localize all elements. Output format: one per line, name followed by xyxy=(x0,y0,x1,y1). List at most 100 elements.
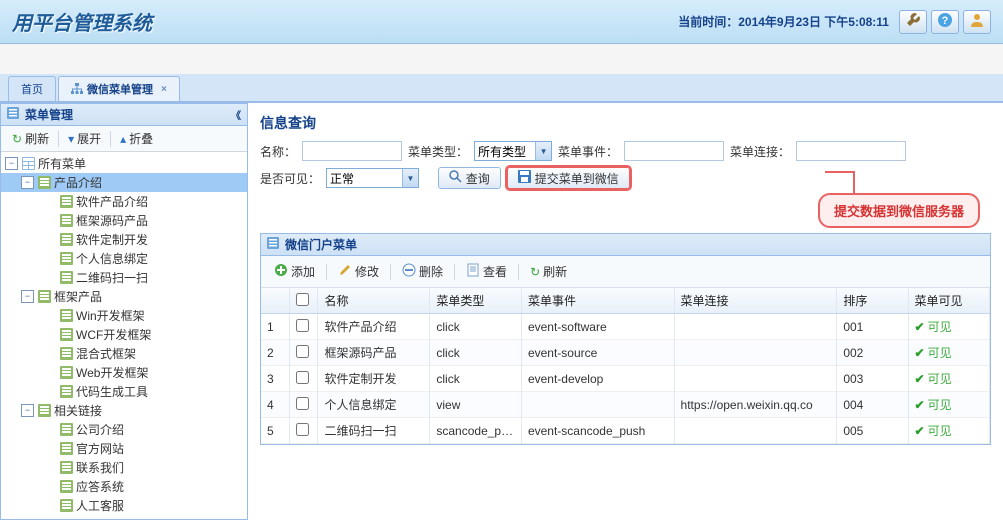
col-index[interactable] xyxy=(261,288,289,314)
expand-button[interactable]: ▾ 展开 xyxy=(63,128,106,149)
tree-node-hybrid-frame[interactable]: 混合式框架 xyxy=(1,344,247,363)
filter-row-2: 是否可见： ▼ 查询 提交菜单到微信 xyxy=(260,167,991,189)
pencil-icon xyxy=(338,263,352,280)
visible-label: 是否可见： xyxy=(260,170,320,187)
table-row[interactable]: 5二维码扫一扫scancode_pushevent-scancode_push0… xyxy=(261,418,990,444)
tree-node-qrcode[interactable]: 二维码扫一扫 xyxy=(1,268,247,287)
tree-node-soft-product[interactable]: 软件产品介绍 xyxy=(1,192,247,211)
visible-field[interactable] xyxy=(327,169,402,187)
edit-label: 修改 xyxy=(355,263,379,280)
row-checkbox[interactable] xyxy=(296,319,309,332)
tree-node-win-frame[interactable]: Win开发框架 xyxy=(1,306,247,325)
tree-leaf xyxy=(43,442,56,455)
tree-node-label: 官方网站 xyxy=(76,440,124,457)
table-row[interactable]: 3软件定制开发clickevent-develop003✔可见 xyxy=(261,366,990,392)
table-icon xyxy=(59,309,73,323)
row-checkbox[interactable] xyxy=(296,423,309,436)
col-event[interactable]: 菜单事件 xyxy=(521,288,674,314)
chevron-down-icon[interactable]: ▼ xyxy=(402,169,418,187)
tree-toggle[interactable]: − xyxy=(21,404,34,417)
tree-node-root[interactable]: − 所有菜单 xyxy=(1,154,247,173)
table-row[interactable]: 2框架源码产品clickevent-source002✔可见 xyxy=(261,340,990,366)
table-row[interactable]: 1软件产品介绍clickevent-software001✔可见 xyxy=(261,314,990,340)
menu-type-combo[interactable]: ▼ xyxy=(474,141,552,161)
cell-index: 5 xyxy=(261,418,289,444)
cell-event: event-software xyxy=(521,314,674,340)
tree-node-web-frame[interactable]: Web开发框架 xyxy=(1,363,247,382)
separator xyxy=(58,131,59,147)
edit-button[interactable]: 修改 xyxy=(331,260,386,283)
tree-node-qa-system[interactable]: 应答系统 xyxy=(1,477,247,496)
tree-toggle[interactable]: − xyxy=(21,176,34,189)
tree-node-product-intro[interactable]: − 产品介绍 xyxy=(1,173,247,192)
tree-node-company-intro[interactable]: 公司介绍 xyxy=(1,420,247,439)
tree-node-codegen[interactable]: 代码生成工具 xyxy=(1,382,247,401)
settings-button[interactable] xyxy=(899,10,927,34)
collapse-button[interactable]: ▴ 折叠 xyxy=(115,128,158,149)
select-all-checkbox[interactable] xyxy=(296,293,309,306)
menu-type-field[interactable] xyxy=(475,142,535,160)
tree-node-label: 联系我们 xyxy=(76,459,124,476)
cell-type: click xyxy=(430,340,522,366)
view-label: 查看 xyxy=(483,263,507,280)
menu-link-input[interactable] xyxy=(796,141,906,161)
panel-collapse-button[interactable]: 《 xyxy=(231,107,241,122)
menu-event-input[interactable] xyxy=(624,141,724,161)
tree-node-manual-service[interactable]: 人工客服 xyxy=(1,496,247,515)
tree-leaf xyxy=(43,195,56,208)
search-button[interactable]: 查询 xyxy=(438,167,501,189)
tree-toggle[interactable]: − xyxy=(21,290,34,303)
tree-panel: 菜单管理 《 ↻ 刷新 ▾ 展开 ▴ 折叠 − 所有菜单 xyxy=(0,103,248,520)
tree-node-wcf-frame[interactable]: WCF开发框架 xyxy=(1,325,247,344)
chevron-down-icon[interactable]: ▼ xyxy=(535,142,551,160)
visible-combo[interactable]: ▼ xyxy=(326,168,419,188)
table-icon xyxy=(59,366,73,380)
submit-wechat-button[interactable]: 提交菜单到微信 xyxy=(507,167,630,189)
table-icon xyxy=(21,157,35,171)
name-input[interactable] xyxy=(302,141,402,161)
tab-home[interactable]: 首页 xyxy=(8,76,56,101)
tree-node-related-links[interactable]: −相关链接 xyxy=(1,401,247,420)
cell-event: event-develop xyxy=(521,366,674,392)
tree-node-framework-product[interactable]: −框架产品 xyxy=(1,287,247,306)
col-checkbox[interactable] xyxy=(289,288,317,314)
separator xyxy=(454,264,455,280)
delete-label: 删除 xyxy=(419,263,443,280)
col-visible[interactable]: 菜单可见 xyxy=(908,288,989,314)
cell-type: view xyxy=(430,392,522,418)
tree-node-contact-us[interactable]: 联系我们 xyxy=(1,458,247,477)
table-icon xyxy=(59,480,73,494)
tree-leaf xyxy=(43,461,56,474)
expand-icon: ▾ xyxy=(68,132,74,146)
tree-node-soft-custom[interactable]: 软件定制开发 xyxy=(1,230,247,249)
table-row[interactable]: 4个人信息绑定viewhttps://open.weixin.qq.co004✔… xyxy=(261,392,990,418)
col-name[interactable]: 名称 xyxy=(318,288,430,314)
tree-body[interactable]: − 所有菜单 − 产品介绍 软件产品介绍 框架源码产品 软件定制开发 个人信息绑… xyxy=(1,152,247,519)
col-link[interactable]: 菜单连接 xyxy=(674,288,837,314)
row-checkbox[interactable] xyxy=(296,345,309,358)
app-header: 用平台管理系统 当前时间：2014年9月23日 下午5:08:11 ? xyxy=(0,0,1003,44)
row-checkbox[interactable] xyxy=(296,371,309,384)
col-order[interactable]: 排序 xyxy=(837,288,908,314)
row-checkbox[interactable] xyxy=(296,397,309,410)
help-button[interactable]: ? xyxy=(931,10,959,34)
cell-checkbox xyxy=(289,366,317,392)
tree-node-official-site[interactable]: 官方网站 xyxy=(1,439,247,458)
close-icon[interactable]: × xyxy=(161,84,167,95)
add-button[interactable]: 添加 xyxy=(267,260,322,283)
user-button[interactable] xyxy=(963,10,991,34)
tree-node-framework-src[interactable]: 框架源码产品 xyxy=(1,211,247,230)
view-button[interactable]: 查看 xyxy=(459,260,514,283)
refresh-button[interactable]: ↻ 刷新 xyxy=(7,128,54,149)
cell-name: 软件产品介绍 xyxy=(318,314,430,340)
tree-node-label: 产品介绍 xyxy=(54,174,102,191)
cell-visible: ✔可见 xyxy=(908,314,989,340)
grid-refresh-button[interactable]: ↻刷新 xyxy=(523,260,574,283)
expand-label: 展开 xyxy=(77,130,101,147)
tree-toggle[interactable]: − xyxy=(5,157,18,170)
delete-button[interactable]: 删除 xyxy=(395,260,450,283)
tab-wechat-menu[interactable]: 微信菜单管理 × xyxy=(58,76,180,101)
header-right: 当前时间：2014年9月23日 下午5:08:11 ? xyxy=(678,10,991,34)
tree-node-personal-bind[interactable]: 个人信息绑定 xyxy=(1,249,247,268)
col-type[interactable]: 菜单类型 xyxy=(430,288,522,314)
